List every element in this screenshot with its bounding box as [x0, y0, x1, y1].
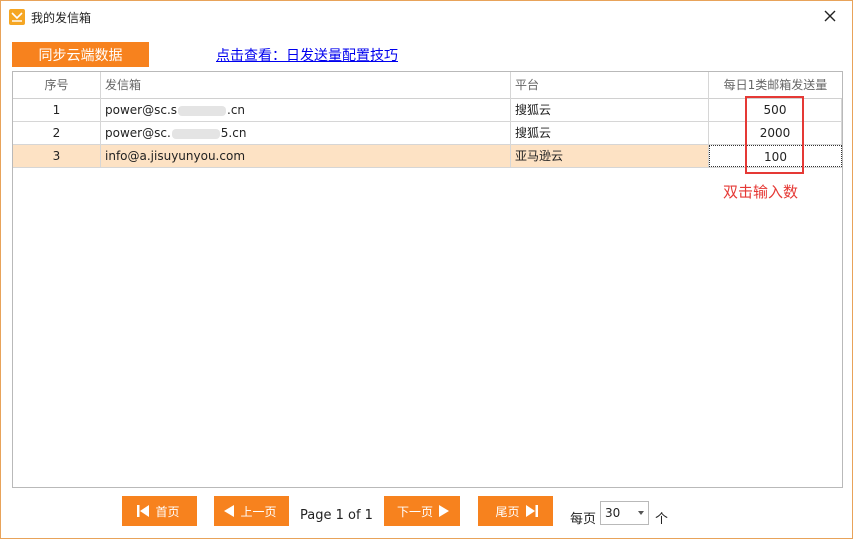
close-icon	[824, 10, 836, 22]
config-tips-link[interactable]: 点击查看：日发送量配置技巧	[216, 45, 398, 65]
table-header: 序号 发信箱 平台 每日1类邮箱发送量	[13, 72, 842, 99]
sync-cloud-button[interactable]: 同步云端数据	[12, 42, 149, 67]
title-bar: 我的发信箱	[1, 1, 852, 33]
column-header-index[interactable]: 序号	[13, 72, 101, 99]
cell-mailbox: power@sc.s .cn	[101, 99, 511, 121]
column-header-platform[interactable]: 平台	[511, 72, 709, 99]
triangle-left-icon	[224, 505, 235, 517]
next-page-label: 下一页	[396, 504, 433, 519]
next-page-button[interactable]: 下一页	[384, 496, 460, 526]
cell-mailbox: power@sc. 5.cn	[101, 122, 511, 144]
chevron-down-icon	[638, 511, 644, 515]
per-page-value: 30	[605, 506, 621, 520]
cell-index: 3	[13, 145, 101, 167]
triangle-right-icon	[439, 505, 449, 517]
prev-page-label: 上一页	[240, 504, 277, 519]
table-row[interactable]: 1 power@sc.s .cn 搜狐云 500	[13, 99, 842, 122]
skip-last-icon	[525, 505, 538, 517]
mailbox-table: 序号 发信箱 平台 每日1类邮箱发送量 1 power@sc.s .cn 搜狐云 …	[12, 71, 843, 488]
cell-index: 2	[13, 122, 101, 144]
per-page-label: 每页	[570, 512, 597, 527]
per-page-select[interactable]: 30	[600, 501, 649, 525]
cell-index: 1	[13, 99, 101, 121]
first-page-label: 首页	[155, 504, 180, 519]
prev-page-button[interactable]: 上一页	[214, 496, 289, 526]
per-page-unit: 个	[655, 512, 669, 527]
window-title: 我的发信箱	[31, 11, 92, 25]
redacted-mask	[178, 105, 227, 116]
last-page-button[interactable]: 尾页	[478, 496, 553, 526]
cell-daily-quantity-editing[interactable]: 100	[709, 145, 842, 167]
page-info: Page 1 of 1	[300, 508, 373, 523]
column-header-mailbox[interactable]: 发信箱	[101, 72, 511, 99]
close-button[interactable]	[822, 8, 838, 24]
first-page-button[interactable]: 首页	[122, 496, 197, 526]
table-row-selected[interactable]: 3 info@a.jisuyunyou.com 亚马逊云 100	[13, 145, 842, 168]
outbox-window: 我的发信箱 同步云端数据 点击查看：日发送量配置技巧 序号 发信箱 平台 每日1…	[0, 0, 853, 539]
column-header-daily-quantity[interactable]: 每日1类邮箱发送量	[709, 72, 842, 99]
skip-first-icon	[137, 505, 150, 517]
cell-platform: 亚马逊云	[511, 145, 709, 167]
cell-platform: 搜狐云	[511, 122, 709, 144]
app-logo-icon	[9, 9, 25, 25]
cell-daily-quantity[interactable]: 500	[709, 99, 842, 121]
table-row[interactable]: 2 power@sc. 5.cn 搜狐云 2000	[13, 122, 842, 145]
cell-platform: 搜狐云	[511, 99, 709, 121]
redacted-mask	[171, 128, 220, 139]
annotation-hint: 双击输入数	[723, 183, 799, 201]
last-page-label: 尾页	[495, 504, 520, 519]
cell-daily-quantity[interactable]: 2000	[709, 122, 842, 144]
cell-mailbox: info@a.jisuyunyou.com	[101, 145, 511, 167]
